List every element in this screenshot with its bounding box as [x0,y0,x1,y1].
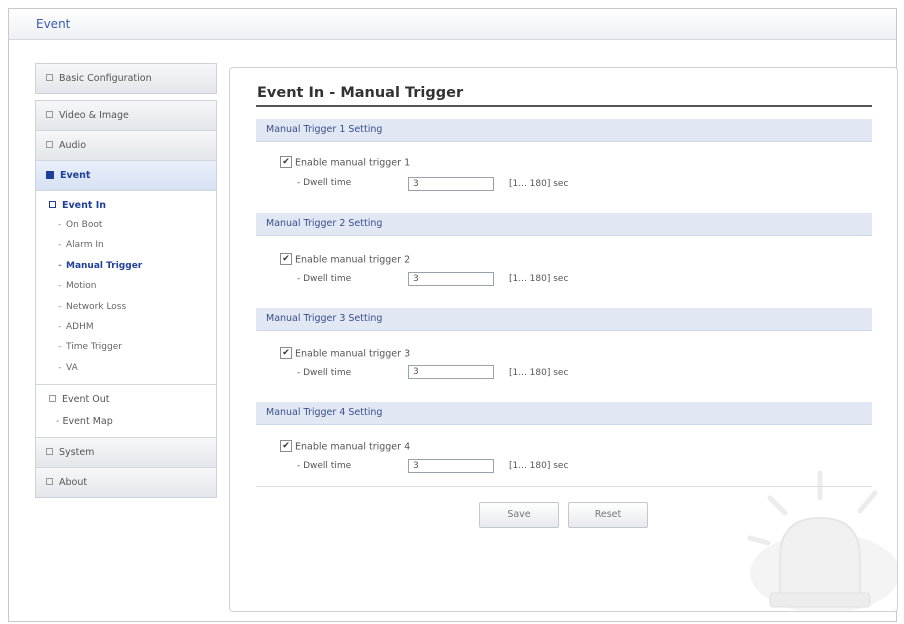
enable-trigger-4-row: ✔ Enable manual trigger 4 [280,440,410,453]
sidebar-item-about[interactable]: About [36,468,216,498]
square-bullet-icon [46,111,53,118]
sidebar-item-audio[interactable]: Audio [36,131,216,161]
dwell-range-3: [1... 180] sec [509,368,569,378]
sidebar-basic-box: Basic Configuration [35,63,217,94]
enable-trigger-3-checkbox[interactable]: ✔ [280,347,292,359]
dwell-range-2: [1... 180] sec [509,274,569,284]
submenu-item-on-boot[interactable]: On Boot [36,215,216,236]
dwell-range-4: [1... 180] sec [509,461,569,471]
main-panel: Event In - Manual Trigger Manual Trigger… [229,67,898,612]
sidebar-item-event[interactable]: Event [36,161,216,191]
app-title: Event [36,17,71,31]
section-header-trigger-2: Manual Trigger 2 Setting [256,213,872,236]
enable-trigger-3-row: ✔ Enable manual trigger 3 [280,347,410,360]
enable-trigger-2-row: ✔ Enable manual trigger 2 [280,253,410,266]
dwell-time-label-4: - Dwell time [297,461,352,471]
sidebar-item-basic-configuration[interactable]: Basic Configuration [36,64,216,93]
dwell-time-label-3: - Dwell time [297,368,352,378]
enable-trigger-1-row: ✔ Enable manual trigger 1 [280,156,410,169]
submenu-item-alarm-in[interactable]: Alarm In [36,235,216,256]
square-bullet-icon [46,448,53,456]
square-bullet-icon [49,201,56,208]
dwell-time-input-1[interactable] [408,177,494,191]
enable-trigger-4-checkbox[interactable]: ✔ [280,440,292,452]
submenu-item-motion[interactable]: Motion [36,276,216,297]
submenu-item-network-loss[interactable]: Network Loss [36,297,216,318]
sidebar-menu: Video & Image Audio Event Event In On Bo… [35,100,217,499]
page-title: Event In - Manual Trigger [257,85,464,101]
submenu-item-event-map[interactable]: Event Map [36,411,216,433]
event-out-submenu: Event Out Event Map [36,385,216,439]
dwell-range-1: [1... 180] sec [509,179,569,189]
section-header-trigger-3: Manual Trigger 3 Setting [256,308,872,331]
dwell-time-input-3[interactable] [408,365,494,379]
square-bullet-icon [46,74,53,81]
title-bar: Event [9,9,896,40]
app-window: Event Basic Configuration Video & Image … [8,8,898,622]
submenu-event-out[interactable]: Event Out [36,389,216,411]
section-header-trigger-4: Manual Trigger 4 Setting [256,402,872,425]
button-divider [256,486,872,487]
submenu-item-time-trigger[interactable]: Time Trigger [36,337,216,358]
section-header-trigger-1: Manual Trigger 1 Setting [256,119,872,142]
square-bullet-icon [46,478,53,486]
dwell-time-label-2: - Dwell time [297,274,352,284]
sidebar-item-system[interactable]: System [36,438,216,469]
enable-trigger-2-checkbox[interactable]: ✔ [280,253,292,265]
submenu-event-in[interactable]: Event In [36,197,216,215]
dwell-time-input-4[interactable] [408,459,494,473]
square-bullet-icon [46,170,54,179]
enable-trigger-1-checkbox[interactable]: ✔ [280,156,292,168]
dwell-time-input-2[interactable] [408,272,494,286]
reset-button[interactable]: Reset [568,502,648,528]
dwell-time-label-1: - Dwell time [297,178,352,188]
save-button[interactable]: Save [479,502,559,528]
submenu-item-adhm[interactable]: ADHM [36,317,216,338]
submenu-item-va[interactable]: VA [36,358,216,379]
sidebar-item-video-image[interactable]: Video & Image [36,101,216,131]
event-in-submenu: Event In On Boot Alarm In Manual Trigger… [36,191,216,386]
square-bullet-icon [49,395,56,403]
title-divider [256,105,872,107]
square-bullet-icon [46,141,53,148]
submenu-item-manual-trigger[interactable]: Manual Trigger [36,256,216,277]
